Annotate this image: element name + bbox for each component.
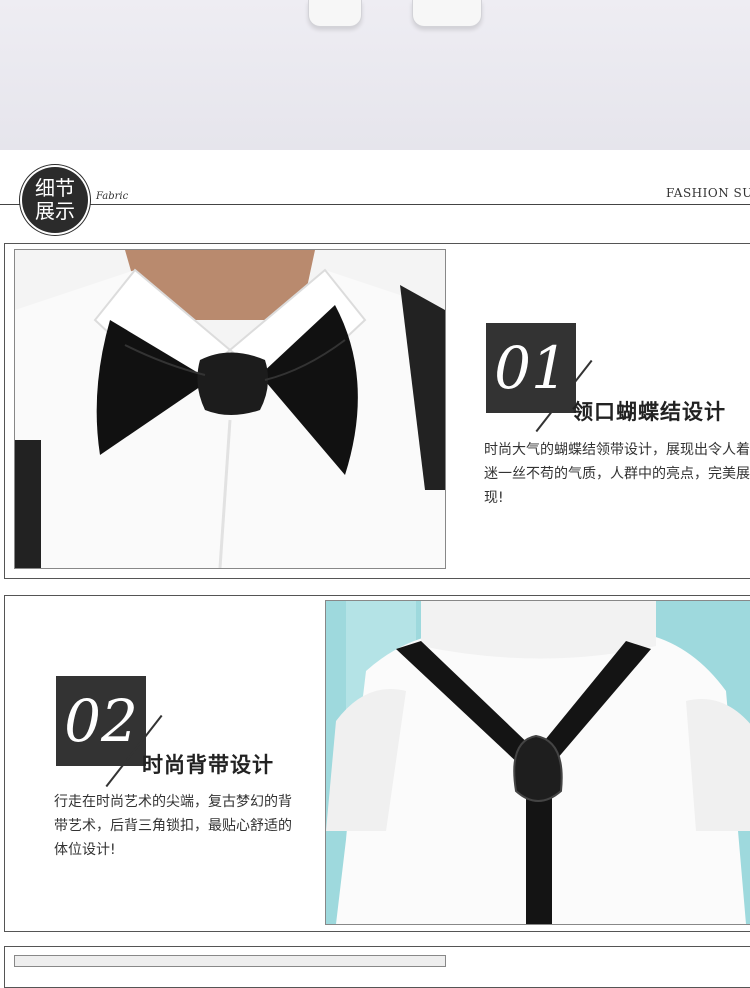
feature-description-bowtie: 时尚大气的蝴蝶结领带设计，展现出令人着迷一丝不苟的气质，人群中的亮点，完美展现! [484, 442, 750, 506]
suspenders-photo [325, 600, 750, 925]
feature-photo-3 [14, 955, 446, 967]
left-shoe-image [308, 0, 362, 27]
suspenders-illustration [326, 601, 750, 924]
feature-title-bowtie: 领口蝴蝶结设计 [572, 400, 726, 424]
feature-card-3 [4, 946, 750, 988]
right-shoe-image [412, 0, 482, 27]
bowtie-illustration [15, 250, 445, 568]
feature-description-suspenders: 行走在时尚艺术的尖端，复古梦幻的背带艺术，后背三角锁扣，最贴心舒适的体位设计! [54, 794, 292, 858]
badge-line-2: 展示 [35, 199, 75, 223]
top-product-photo [0, 0, 750, 150]
fabric-label: Fabric [96, 191, 129, 202]
bowtie-photo [14, 249, 446, 569]
feature-title-suspenders: 时尚背带设计 [142, 753, 274, 777]
header-divider [0, 204, 750, 205]
detail-badge: 细节 展示 [22, 167, 88, 233]
badge-line-1: 细节 [35, 176, 75, 200]
fashion-label: FASHION SU [666, 186, 750, 200]
